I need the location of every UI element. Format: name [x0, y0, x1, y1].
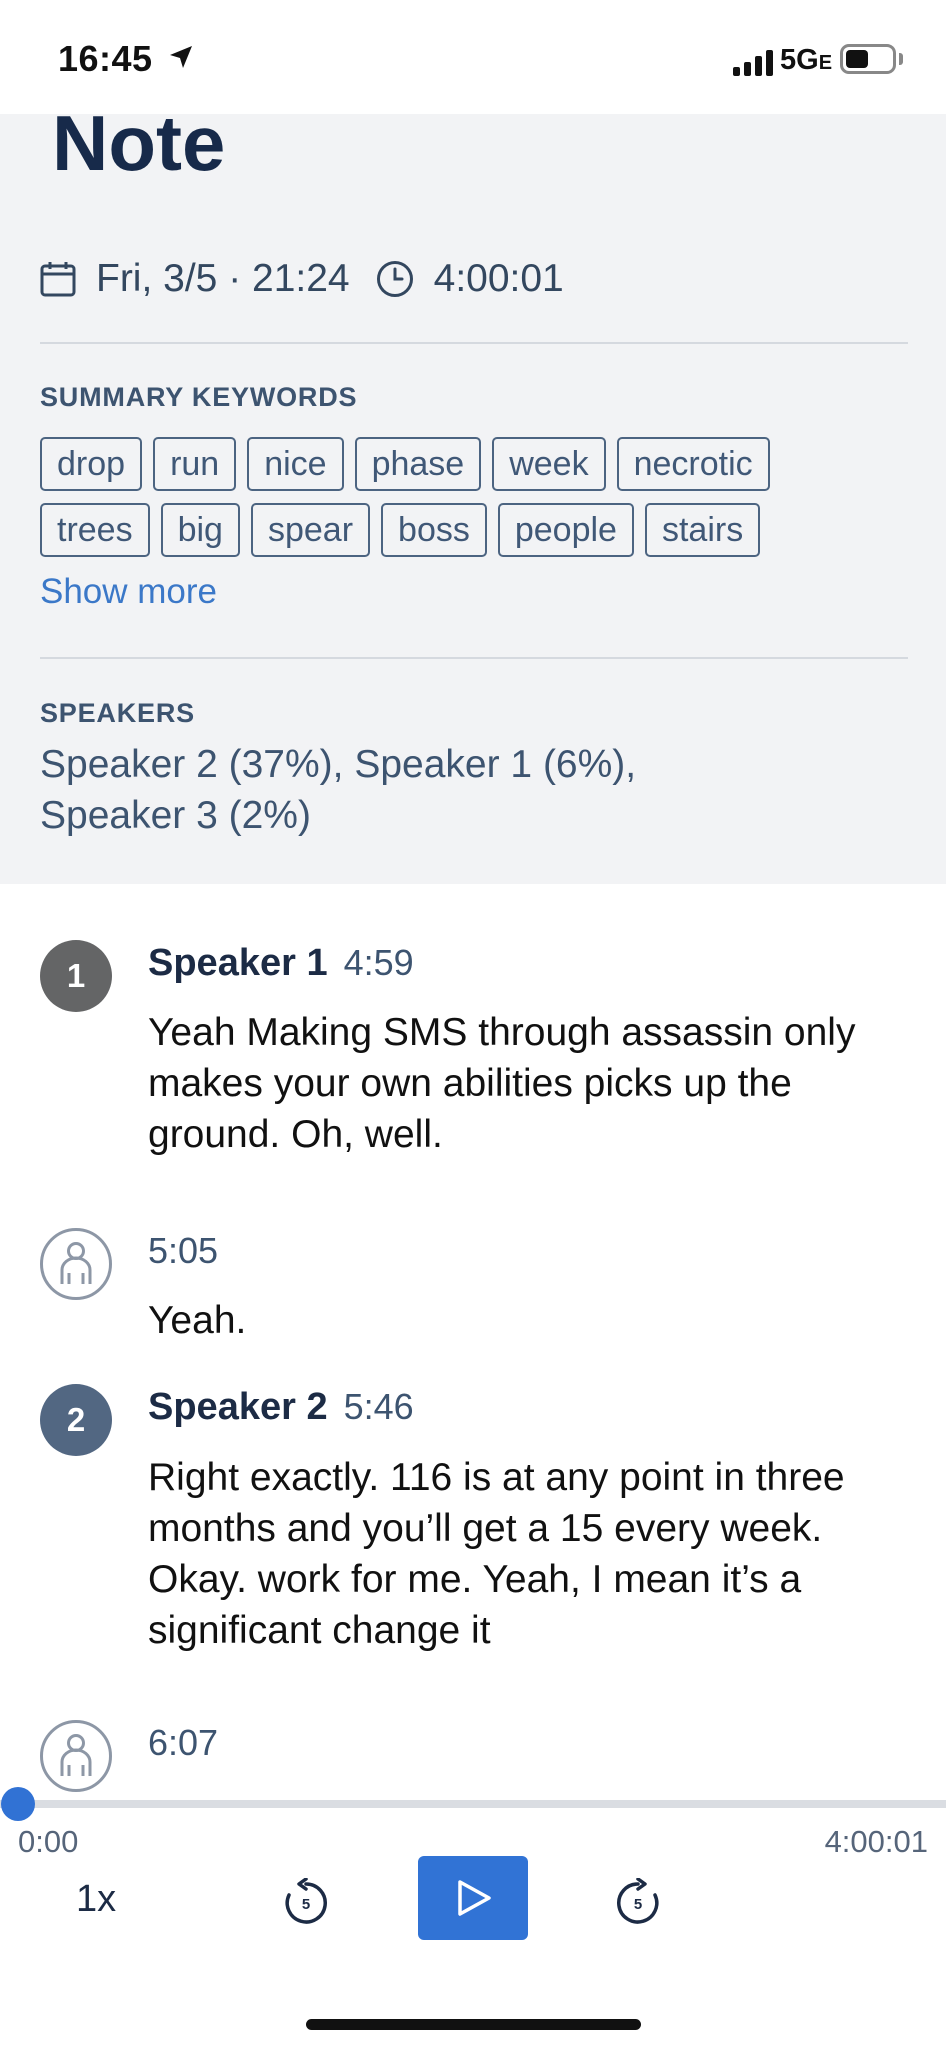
- page-title: Note: [52, 99, 226, 187]
- clock-icon: [376, 261, 413, 297]
- show-more-link[interactable]: Show more: [40, 572, 217, 612]
- keyword-chip[interactable]: necrotic: [616, 437, 770, 491]
- transcript-text[interactable]: Right exactly. 116 is at any point in th…: [148, 1452, 908, 1656]
- location-arrow-icon: [170, 46, 192, 68]
- svg-text:5: 5: [302, 1896, 310, 1913]
- play-icon: [458, 1880, 491, 1916]
- person-icon[interactable]: [40, 1720, 112, 1792]
- keyword-chip[interactable]: phase: [354, 437, 482, 491]
- keyword-chip[interactable]: nice: [247, 437, 344, 491]
- calendar-icon: [40, 262, 76, 297]
- progress-handle[interactable]: [1, 1787, 35, 1821]
- total-time: 4:00:01: [824, 1824, 928, 1859]
- speakers-label: SPEAKERS: [40, 698, 195, 728]
- status-bar: 16:45 5GE: [0, 0, 946, 114]
- note-date: Fri, 3/5 · 21:24: [96, 257, 350, 300]
- keyword-chip[interactable]: drop: [40, 437, 143, 491]
- forward-5-icon[interactable]: 5: [613, 1878, 663, 1928]
- playback-speed-button[interactable]: 1x: [76, 1878, 116, 1921]
- divider: [40, 657, 908, 659]
- timestamp[interactable]: 6:07: [148, 1722, 218, 1764]
- keyword-chip[interactable]: big: [160, 503, 240, 557]
- keyword-chip[interactable]: stairs: [644, 503, 761, 557]
- speaker-avatar[interactable]: 2: [40, 1384, 112, 1456]
- speaker-name[interactable]: Speaker 2: [148, 1386, 328, 1429]
- status-time: 16:45: [58, 38, 153, 79]
- timestamp[interactable]: 4:59: [344, 942, 414, 984]
- timestamp[interactable]: 5:05: [148, 1230, 218, 1272]
- speakers-summary: Speaker 2 (37%), Speaker 1 (6%), Speaker…: [40, 743, 637, 837]
- rewind-5-icon[interactable]: 5: [281, 1878, 331, 1928]
- keyword-chip[interactable]: boss: [381, 503, 487, 557]
- svg-text:5: 5: [634, 1896, 642, 1913]
- current-time: 0:00: [18, 1824, 79, 1859]
- transcript-text[interactable]: Yeah.: [148, 1295, 908, 1346]
- network-type: 5GE: [780, 44, 833, 76]
- home-indicator: [306, 2019, 641, 2030]
- speaker-name[interactable]: Speaker 1: [148, 942, 328, 985]
- speaker-avatar[interactable]: 1: [40, 940, 112, 1012]
- divider: [40, 342, 908, 344]
- note-meta: Fri, 3/5 · 21:24 4:00:01: [40, 254, 564, 304]
- audio-player: 0:00 4:00:01 1x 5 5: [0, 1787, 946, 2048]
- keyword-chip[interactable]: spear: [250, 503, 371, 557]
- battery-icon: [840, 44, 896, 74]
- keyword-chip[interactable]: people: [497, 503, 634, 557]
- note-duration: 4:00:01: [433, 257, 564, 300]
- progress-bar[interactable]: [0, 1787, 946, 1821]
- transcript-text[interactable]: Yeah Making SMS through assassin only ma…: [148, 1007, 908, 1160]
- transcript[interactable]: 1 Speaker 1 4:59 Yeah Making SMS through…: [0, 884, 946, 1802]
- play-button[interactable]: [418, 1856, 528, 1940]
- keyword-list: drop run nice phase week necrotic trees big spe…: [40, 437, 920, 569]
- timestamp[interactable]: 5:46: [344, 1386, 414, 1428]
- keyword-chip[interactable]: week: [492, 437, 606, 491]
- keywords-label: SUMMARY KEYWORDS: [40, 382, 358, 412]
- note-header: Note Fri, 3/5 · 21:24 4:00:01 SUMMARY KE…: [0, 99, 946, 884]
- keyword-chip[interactable]: run: [153, 437, 237, 491]
- person-icon[interactable]: [40, 1228, 112, 1300]
- keyword-chip[interactable]: trees: [40, 503, 150, 557]
- cellular-signal-icon: [733, 50, 773, 76]
